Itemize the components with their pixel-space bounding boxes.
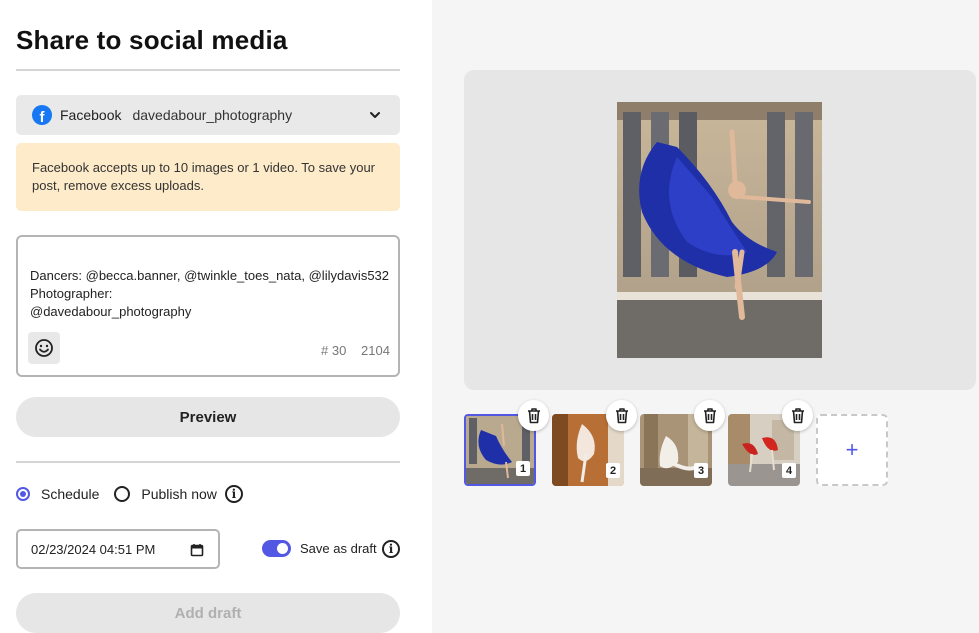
schedule-radio[interactable] [16,487,30,501]
character-count: 2104 [361,343,390,358]
share-panel: Share to social media f Facebook davedab… [0,0,432,633]
thumbnail-number: 3 [694,463,708,478]
calendar-icon[interactable] [190,543,204,557]
publish-now-label[interactable]: Publish now [141,486,217,502]
smiley-icon [35,339,53,357]
hashtag-count: # 30 [321,343,347,358]
caption-textarea[interactable]: Dancers: @becca.banner, @twinkle_toes_na… [16,235,400,377]
thumbnail-number: 1 [516,461,530,476]
dancer-photo [617,102,822,358]
schedule-datetime-input[interactable]: 02/23/2024 04:51 PM [16,529,220,569]
draft-info-icon[interactable]: i [382,540,400,558]
caption-text[interactable]: Dancers: @becca.banner, @twinkle_toes_na… [30,267,389,321]
preview-button[interactable]: Preview [16,397,400,437]
trash-icon [527,408,540,424]
page-title: Share to social media [16,25,288,55]
trash-icon [703,408,716,424]
publish-now-radio[interactable] [114,486,131,502]
publish-options: Schedule Publish now i [16,484,243,504]
account-selector[interactable]: f Facebook davedabour_photography [16,95,400,135]
emoji-button[interactable] [28,332,60,364]
trash-icon [615,408,628,424]
delete-thumbnail-4-button[interactable] [782,400,813,431]
delete-thumbnail-3-button[interactable] [694,400,725,431]
thumbnail-number: 4 [782,463,796,478]
thumbnail-number: 2 [606,463,620,478]
datetime-value: 02/23/2024 04:51 PM [31,541,156,557]
add-media-button[interactable]: + [816,414,888,486]
save-as-draft-toggle[interactable] [262,540,291,557]
chevron-down-icon [370,112,380,118]
upload-limit-warning: Facebook accepts up to 10 images or 1 vi… [16,143,400,211]
delete-thumbnail-1-button[interactable] [518,400,549,431]
section-divider [16,461,400,463]
main-preview-image [617,102,822,358]
platform-name: Facebook [60,107,122,123]
title-divider [16,69,400,71]
save-as-draft-label: Save as draft [300,541,377,556]
delete-thumbnail-2-button[interactable] [606,400,637,431]
info-icon[interactable]: i [224,485,243,503]
trash-icon [791,408,804,424]
account-username: davedabour_photography [132,107,293,123]
schedule-label[interactable]: Schedule [41,486,99,502]
add-draft-button[interactable]: Add draft [16,593,400,633]
facebook-icon: f [32,105,52,125]
